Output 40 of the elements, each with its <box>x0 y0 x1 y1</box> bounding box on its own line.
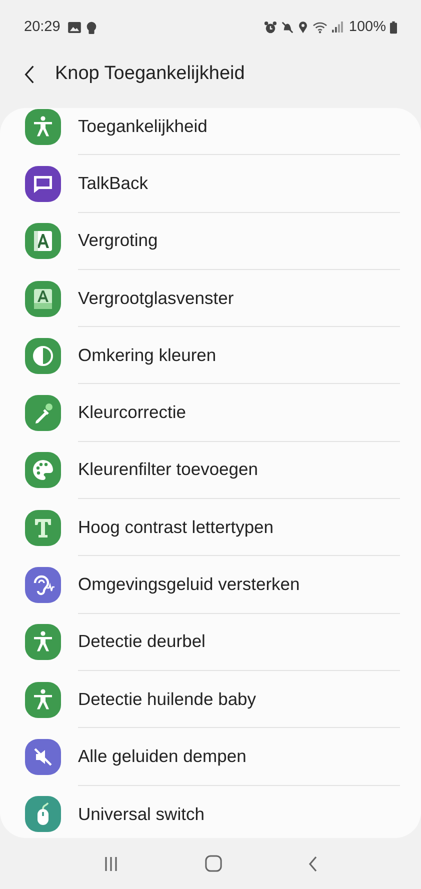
settings-item[interactable]: TalkBack <box>0 155 421 213</box>
mute-icon <box>280 20 294 34</box>
battery-icon <box>390 20 397 34</box>
item-label: Omgevingsgeluid versterken <box>78 556 400 614</box>
item-label: Vergrootglasvenster <box>78 270 400 328</box>
settings-item[interactable]: Universal switch <box>0 786 421 838</box>
settings-item[interactable]: Vergrootglasvenster <box>0 270 421 328</box>
location-icon <box>298 20 308 34</box>
status-time: 20:29 <box>24 19 60 35</box>
settings-item[interactable]: Detectie huilende baby <box>0 670 421 728</box>
signal-icon <box>332 21 343 33</box>
settings-item[interactable]: Omgevingsgeluid versterken <box>0 556 421 614</box>
battery-percentage: 100% <box>348 19 386 35</box>
item-label: Alle geluiden dempen <box>78 728 400 786</box>
alarm-icon <box>264 20 277 34</box>
settings-item[interactable]: Kleurenfilter toevoegen <box>0 442 421 500</box>
settings-item[interactable]: Toegankelijkheid <box>0 108 421 156</box>
item-label: Kleurcorrectie <box>78 384 400 442</box>
page-title: Knop Toegankelijkheid <box>55 63 245 85</box>
item-label: Universal switch <box>78 802 206 826</box>
home-icon[interactable] <box>205 855 222 872</box>
item-label: Detectie deurbel <box>78 614 400 671</box>
recent-apps-icon[interactable] <box>103 856 119 872</box>
item-label: Omkering kleuren <box>78 327 400 384</box>
item-label: Toegankelijkheid <box>78 108 400 156</box>
item-label: Vergroting <box>78 212 400 270</box>
back-icon[interactable] <box>308 856 318 872</box>
item-label: Kleurenfilter toevoegen <box>78 442 400 500</box>
item-label: Hoog contrast lettertypen <box>78 499 400 556</box>
image-icon <box>68 22 82 32</box>
item-label: TalkBack <box>78 155 400 213</box>
settings-item[interactable]: Detectie deurbel <box>0 614 421 671</box>
settings-item[interactable]: Vergroting <box>0 212 421 270</box>
settings-item[interactable]: Alle geluiden dempen <box>0 728 421 786</box>
settings-item[interactable]: Omkering kleuren <box>0 327 421 384</box>
chevron-left-icon <box>24 64 35 84</box>
item-label: Detectie huilende baby <box>78 670 400 728</box>
settings-item[interactable]: Hoog contrast lettertypen <box>0 499 421 556</box>
wifi-icon <box>312 20 328 34</box>
settings-item[interactable]: Kleurcorrectie <box>0 384 421 442</box>
